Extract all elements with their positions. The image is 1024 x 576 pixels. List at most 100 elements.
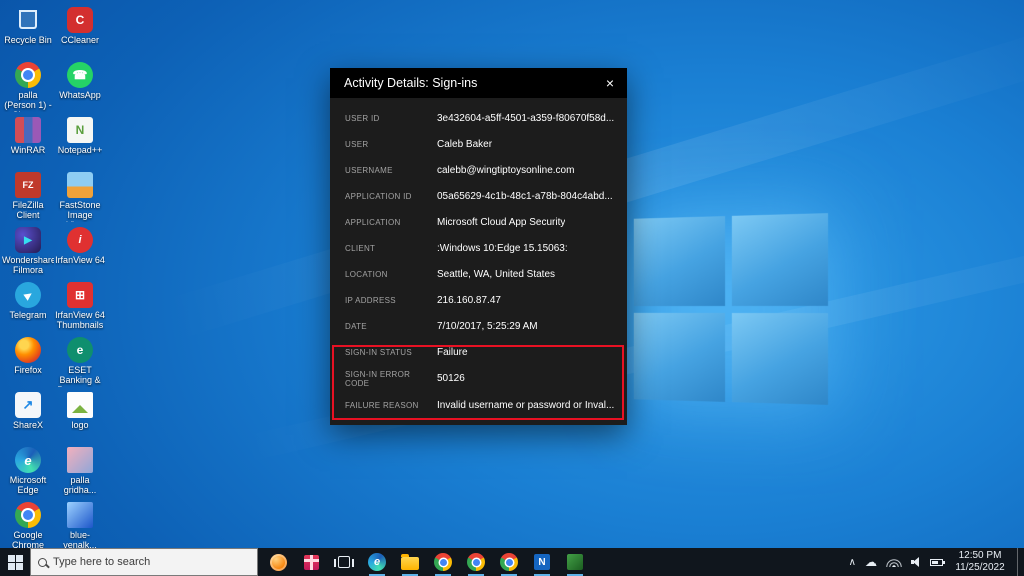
chrome-taskbar-button-2[interactable] xyxy=(461,548,491,576)
chrome-icon xyxy=(15,62,41,88)
desktop-icon-sharex[interactable]: ↗ ShareX xyxy=(2,389,54,444)
battery-icon[interactable] xyxy=(930,559,943,566)
faststone-icon xyxy=(67,172,93,198)
desktop-icons: Recycle Bin palla (Person 1) - Chrome Wi… xyxy=(2,4,106,554)
edge-icon: e xyxy=(15,447,41,473)
detail-label: APPLICATION xyxy=(345,218,437,227)
activity-details-dialog: Activity Details: Sign-ins × USER ID 3e4… xyxy=(330,68,627,425)
desktop-icon-label: Recycle Bin xyxy=(4,36,52,46)
detail-row-sign-in-status: SIGN-IN STATUS Failure xyxy=(330,340,627,366)
detail-label: DATE xyxy=(345,322,437,331)
desktop-icon-label: IrfanView 64 Thumbnails xyxy=(54,311,106,331)
green-app-taskbar-button[interactable] xyxy=(560,548,590,576)
desktop-icon-label: CCleaner xyxy=(61,36,99,46)
detail-value: Seattle, WA, United States xyxy=(437,269,555,280)
clock-time: 12:50 PM xyxy=(952,550,1008,563)
dialog-title: Activity Details: Sign-ins xyxy=(344,76,477,90)
desktop-icon-chrome[interactable]: Google Chrome xyxy=(2,499,54,554)
taskbar: e N ∧ ☁ 12:50 PM 11/25/2022 xyxy=(0,548,1024,576)
search-input[interactable] xyxy=(53,556,250,568)
desktop-icon-chrome-profile[interactable]: palla (Person 1) - Chrome xyxy=(2,59,54,114)
sharex-icon: ↗ xyxy=(15,392,41,418)
desktop-icon-faststone[interactable]: FastStone Image Viewer xyxy=(54,169,106,224)
alarm-clock-icon xyxy=(270,554,287,571)
start-button[interactable] xyxy=(0,548,30,576)
task-view-button[interactable] xyxy=(329,548,359,576)
filezilla-icon: FZ xyxy=(15,172,41,198)
gift-app-button[interactable] xyxy=(296,548,326,576)
desktop-icon-label: WinRAR xyxy=(11,146,46,156)
search-icon xyxy=(38,558,47,567)
close-icon[interactable]: × xyxy=(603,75,617,91)
ccleaner-icon: C xyxy=(67,7,93,33)
desktop-icon-label: palla gridha... xyxy=(54,476,106,496)
detail-label: USERNAME xyxy=(345,166,437,175)
whatsapp-icon: ☎ xyxy=(67,62,93,88)
detail-row-user: USER Caleb Baker xyxy=(330,131,627,157)
taskbar-search[interactable] xyxy=(30,548,258,576)
desktop-icon-notepadpp[interactable]: N Notepad++ xyxy=(54,114,106,169)
desktop-icon-label: logo xyxy=(71,421,88,431)
desktop-icon-recycle-bin[interactable]: Recycle Bin xyxy=(2,4,54,59)
onenote-taskbar-button[interactable]: N xyxy=(527,548,557,576)
detail-label: LOCATION xyxy=(345,270,437,279)
desktop-icon-irfanview[interactable]: i IrfanView 64 xyxy=(54,224,106,279)
notepadpp-icon: N xyxy=(67,117,93,143)
desktop-icon-whatsapp[interactable]: ☎ WhatsApp xyxy=(54,59,106,114)
desktop-icon-firefox[interactable]: Firefox xyxy=(2,334,54,389)
desktop-icon-label: IrfanView 64 xyxy=(55,256,105,266)
detail-row-failure-reason: FAILURE REASON Invalid username or passw… xyxy=(330,392,627,418)
detail-value: calebb@wingtiptoysonline.com xyxy=(437,165,574,176)
onenote-icon: N xyxy=(534,554,550,570)
volume-icon[interactable] xyxy=(911,557,921,567)
detail-value: 50126 xyxy=(437,373,465,384)
windows-logo-icon xyxy=(8,555,23,570)
chrome-icon xyxy=(434,553,452,571)
desktop-icon-label: Notepad++ xyxy=(58,146,103,156)
detail-label: FAILURE REASON xyxy=(345,401,437,410)
desktop-icon-edge[interactable]: e Microsoft Edge xyxy=(2,444,54,499)
detail-row-client: CLIENT :Windows 10:Edge 15.15063: xyxy=(330,235,627,261)
desktop-icon-winrar[interactable]: WinRAR xyxy=(2,114,54,169)
wifi-icon[interactable] xyxy=(886,558,902,567)
desktop-icon-logo-image[interactable]: logo xyxy=(54,389,106,444)
desktop-icon-ccleaner[interactable]: C CCleaner xyxy=(54,4,106,59)
desktop-icon-filmora[interactable]: ▶ Wondershare Filmora xyxy=(2,224,54,279)
desktop-icon-irfanview-thumbnails[interactable]: ⊞ IrfanView 64 Thumbnails xyxy=(54,279,106,334)
detail-value: Failure xyxy=(437,347,468,358)
desktop-icon-palla-image[interactable]: palla gridha... xyxy=(54,444,106,499)
irfanview-thumbnails-icon: ⊞ xyxy=(67,282,93,308)
image-file-icon xyxy=(67,447,93,473)
desktop-icon-label: ESET Banking & Payment ... xyxy=(54,366,106,387)
desktop-icon-blue-image[interactable]: blue-venalk... xyxy=(54,499,106,554)
chrome-taskbar-button-1[interactable] xyxy=(428,548,458,576)
desktop-icon-filezilla[interactable]: FZ FileZilla Client xyxy=(2,169,54,224)
filmora-icon: ▶ xyxy=(15,227,41,253)
edge-taskbar-button[interactable]: e xyxy=(362,548,392,576)
dialog-titlebar: Activity Details: Sign-ins × xyxy=(330,68,627,98)
show-desktop-button[interactable] xyxy=(1017,548,1022,576)
firefox-icon xyxy=(15,337,41,363)
detail-value: 7/10/2017, 5:25:29 AM xyxy=(437,321,538,332)
image-file-icon xyxy=(67,502,93,528)
detail-label: CLIENT xyxy=(345,244,437,253)
detail-label: SIGN-IN STATUS xyxy=(345,348,437,357)
detail-label: APPLICATION ID xyxy=(345,192,437,201)
gift-icon xyxy=(304,555,319,570)
file-explorer-button[interactable] xyxy=(395,548,425,576)
alarms-app-button[interactable] xyxy=(263,548,293,576)
desktop-icon-telegram[interactable]: ▶ Telegram xyxy=(2,279,54,334)
irfanview-icon: i xyxy=(67,227,93,253)
desktop-icon-label: ShareX xyxy=(13,421,43,431)
detail-value: 3e432604-a5ff-4501-a359-f80670f58d... xyxy=(437,113,614,124)
detail-row-user-id: USER ID 3e432604-a5ff-4501-a359-f80670f5… xyxy=(330,105,627,131)
detail-row-application-id: APPLICATION ID 05a65629-4c1b-48c1-a78b-8… xyxy=(330,183,627,209)
desktop-icon-eset-banking[interactable]: e ESET Banking & Payment ... xyxy=(54,334,106,389)
hidden-icons-chevron-icon[interactable]: ∧ xyxy=(849,557,856,568)
taskbar-clock[interactable]: 12:50 PM 11/25/2022 xyxy=(952,550,1008,575)
taskbar-apps: e N xyxy=(258,548,590,576)
chrome-taskbar-button-3[interactable] xyxy=(494,548,524,576)
detail-value: Microsoft Cloud App Security xyxy=(437,217,565,228)
green-app-icon xyxy=(567,554,583,570)
onedrive-cloud-icon[interactable]: ☁ xyxy=(865,556,877,568)
